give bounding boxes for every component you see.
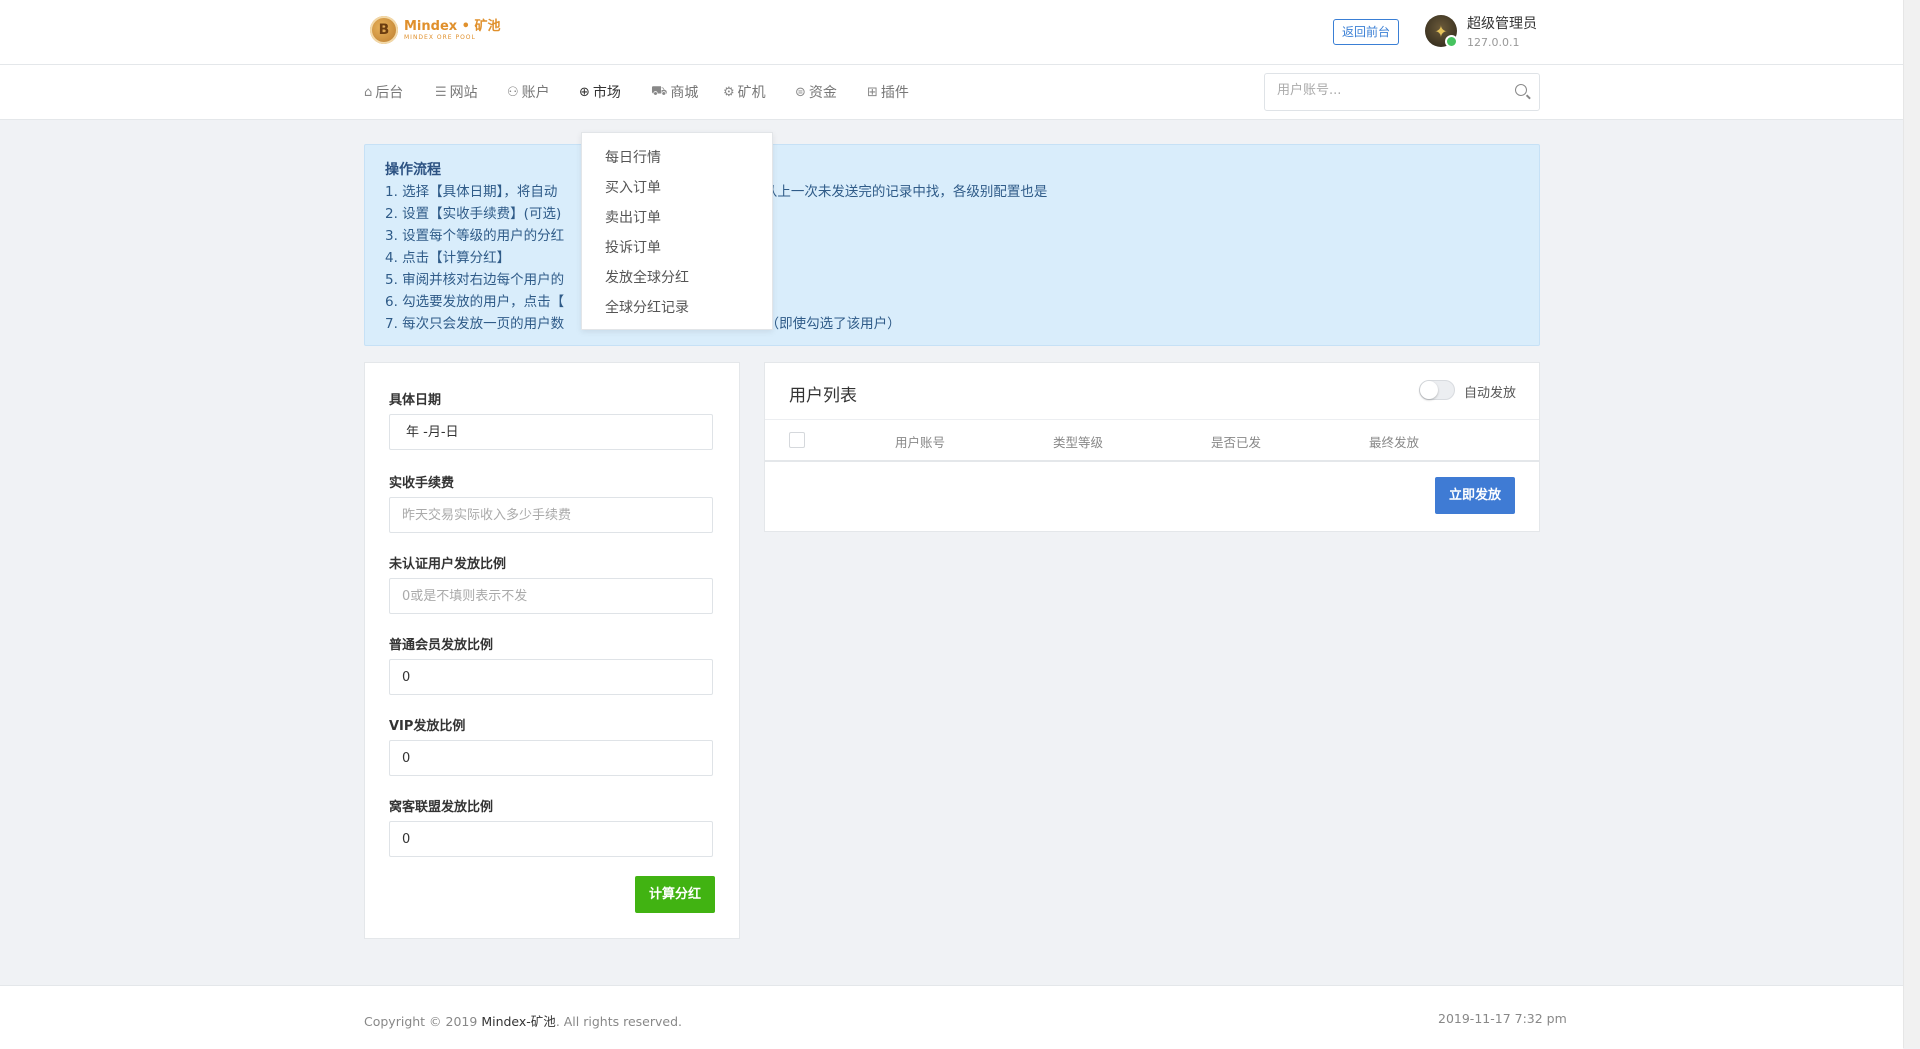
send-now-button[interactable]: 立即发放 (1435, 477, 1515, 514)
nav-item-label: 矿机 (737, 85, 766, 101)
bitcoin-logo-icon: B (370, 16, 398, 44)
auto-send-toggle[interactable] (1419, 380, 1455, 400)
nav-item-label: 市场 (592, 85, 621, 101)
top-bar: B Mindex • 矿池 MINDEX ORE POOL 返回前台 ✦ 超级管… (0, 0, 1903, 65)
footer-brand-link[interactable]: Mindex-矿池 (481, 1014, 556, 1029)
user-ip: 127.0.0.1 (1467, 36, 1520, 49)
date-picker[interactable]: 年 -月-日 (389, 414, 713, 450)
main-nav: ⌂ 后台 ☰ 网站 ⚇ 账户 ⊕ 市场 ⛟ 商城 ⚙ 矿机 ⊜ 资金 ⊞ 插件 (0, 65, 1903, 120)
fee-input[interactable]: 昨天交易实际收入多少手续费 (389, 497, 713, 533)
copyright: Copyright © 2019 Mindex-矿池. All rights r… (364, 1011, 682, 1030)
copyright-prefix: Copyright © 2019 (364, 1014, 482, 1029)
user-name: 超级管理员 (1467, 16, 1537, 32)
select-all-checkbox[interactable] (789, 432, 805, 448)
nav-item-label: 账户 (521, 85, 550, 101)
nav-item-account[interactable]: ⚇ 账户 (507, 65, 550, 119)
list-icon: ☰ (435, 84, 447, 100)
menu-item-complaint-orders[interactable]: 投诉订单 (605, 237, 661, 257)
dividend-form-card: 具体日期 年 -月-日 实收手续费 昨天交易实际收入多少手续费 未认证用户发放比… (364, 362, 740, 939)
menu-item-sell-orders[interactable]: 卖出订单 (605, 207, 661, 227)
nav-item-backend[interactable]: ⌂ 后台 (364, 65, 403, 119)
coin-icon: ⊜ (795, 84, 806, 100)
logo-text: Mindex • 矿池 MINDEX ORE POOL (404, 20, 501, 41)
notice-title: 操作流程 (385, 162, 441, 178)
menu-item-issue-global-dividend[interactable]: 发放全球分红 (605, 267, 689, 287)
column-header-final[interactable]: 最终发放 (1369, 432, 1419, 451)
globe-icon: ⊕ (579, 84, 590, 100)
nav-item-label: 网站 (449, 85, 478, 101)
nav-item-label: 后台 (375, 85, 404, 101)
column-header-level[interactable]: 类型等级 (1053, 432, 1103, 451)
panel-title: 用户列表 (789, 386, 857, 406)
alliance-ratio-input[interactable]: 0 (389, 821, 713, 857)
logo-title: Mindex • 矿池 (404, 18, 501, 34)
logo-subtitle: MINDEX ORE POOL (404, 33, 476, 41)
back-to-frontend-button[interactable]: 返回前台 (1333, 19, 1400, 45)
column-header-sent[interactable]: 是否已发 (1211, 432, 1261, 451)
table-header: 用户账号 类型等级 是否已发 最终发放 (765, 419, 1539, 462)
footer: Copyright © 2019 Mindex-矿池. All rights r… (0, 985, 1903, 1049)
normal-ratio-label: 普通会员发放比例 (389, 638, 494, 653)
notice-line-tail: 放（即使勾选了该用户） (752, 316, 901, 332)
auto-send-label: 自动发放 (1464, 386, 1517, 401)
user-menu[interactable]: ✦ 超级管理员 127.0.0.1 (1425, 13, 1537, 49)
nav-item-label: 商城 (670, 85, 699, 101)
copyright-suffix: . All rights reserved. (555, 1014, 682, 1029)
home-icon: ⌂ (364, 84, 373, 100)
footer-datetime: 2019-11-17 7:32 pm (1438, 1011, 1567, 1026)
fee-label: 实收手续费 (389, 476, 455, 491)
search-icon[interactable] (1515, 84, 1527, 96)
cart-icon: ⛟ (651, 83, 668, 99)
menu-item-global-dividend-records[interactable]: 全球分红记录 (605, 297, 689, 317)
nav-item-shop[interactable]: ⛟ 商城 (651, 65, 698, 119)
site-logo[interactable]: B Mindex • 矿池 MINDEX ORE POOL (370, 16, 501, 44)
market-dropdown-menu: 每日行情 买入订单 卖出订单 投诉订单 发放全球分红 全球分红记录 (581, 132, 773, 330)
process-notice: 操作流程 1. 选择【具体日期】，将自动 先从上一次未发送完的记录中找，各级别配置… (364, 144, 1540, 346)
vip-ratio-label: VIP发放比例 (389, 719, 466, 734)
nav-item-plugins[interactable]: ⊞ 插件 (867, 65, 909, 119)
menu-item-daily-quotes[interactable]: 每日行情 (605, 147, 661, 167)
notice-line-tail: 先从上一次未发送完的记录中找，各级别配置也是 (750, 184, 1048, 200)
normal-ratio-input[interactable]: 0 (389, 659, 713, 695)
nav-item-label: 插件 (880, 85, 909, 101)
vip-ratio-input[interactable]: 0 (389, 740, 713, 776)
menu-item-buy-orders[interactable]: 买入订单 (605, 177, 661, 197)
notice-line-text: 1. 选择【具体日期】，将自动 (385, 184, 558, 200)
calculate-dividend-button[interactable]: 计算分红 (635, 876, 715, 913)
unverified-ratio-input[interactable]: 0或是不填则表示不发 (389, 578, 713, 614)
user-list-card: 用户列表 自动发放 用户账号 类型等级 是否已发 最终发放 立即发放 (764, 362, 1540, 532)
alliance-ratio-label: 窝客联盟发放比例 (389, 800, 494, 815)
nav-item-funds[interactable]: ⊜ 资金 (795, 65, 837, 119)
nav-item-market[interactable]: ⊕ 市场 (579, 65, 621, 119)
user-info: 超级管理员 127.0.0.1 (1467, 13, 1537, 49)
unverified-ratio-label: 未认证用户发放比例 (389, 557, 507, 572)
nav-item-miner[interactable]: ⚙ 矿机 (723, 65, 766, 119)
search-input[interactable] (1275, 82, 1499, 99)
toggle-knob (1420, 381, 1438, 399)
users-icon: ⚇ (507, 84, 519, 100)
date-label: 具体日期 (389, 393, 442, 408)
user-search-box (1264, 73, 1540, 111)
gear-icon: ⚙ (723, 84, 735, 100)
column-header-account[interactable]: 用户账号 (895, 432, 945, 451)
notice-line-text: 7. 每次只会发放一页的用户数 (385, 316, 565, 332)
avatar: ✦ (1425, 15, 1458, 48)
grid-icon: ⊞ (867, 84, 878, 100)
vertical-scrollbar[interactable] (1903, 0, 1920, 1048)
nav-item-label: 资金 (808, 85, 837, 101)
online-status-icon (1445, 35, 1458, 48)
nav-item-website[interactable]: ☰ 网站 (435, 65, 478, 119)
